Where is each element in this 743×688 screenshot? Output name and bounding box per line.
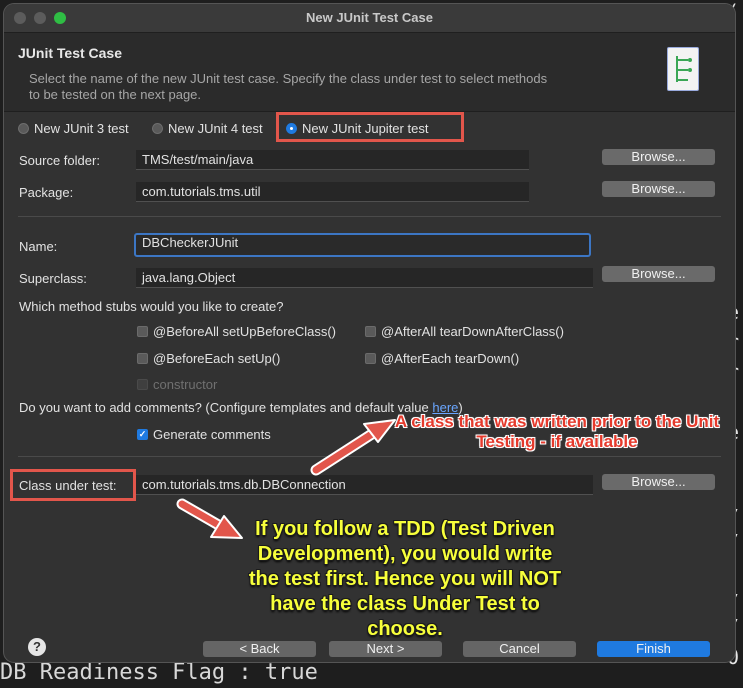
arrow-to-tdd-note xyxy=(176,498,243,539)
annotation-tdd-note: If you follow a TDD (Test Driven Develop… xyxy=(248,518,562,640)
annotation-class-prior-note: A class that was written prior to the Un… xyxy=(394,412,720,451)
arrow-to-class-under-test xyxy=(310,419,396,476)
